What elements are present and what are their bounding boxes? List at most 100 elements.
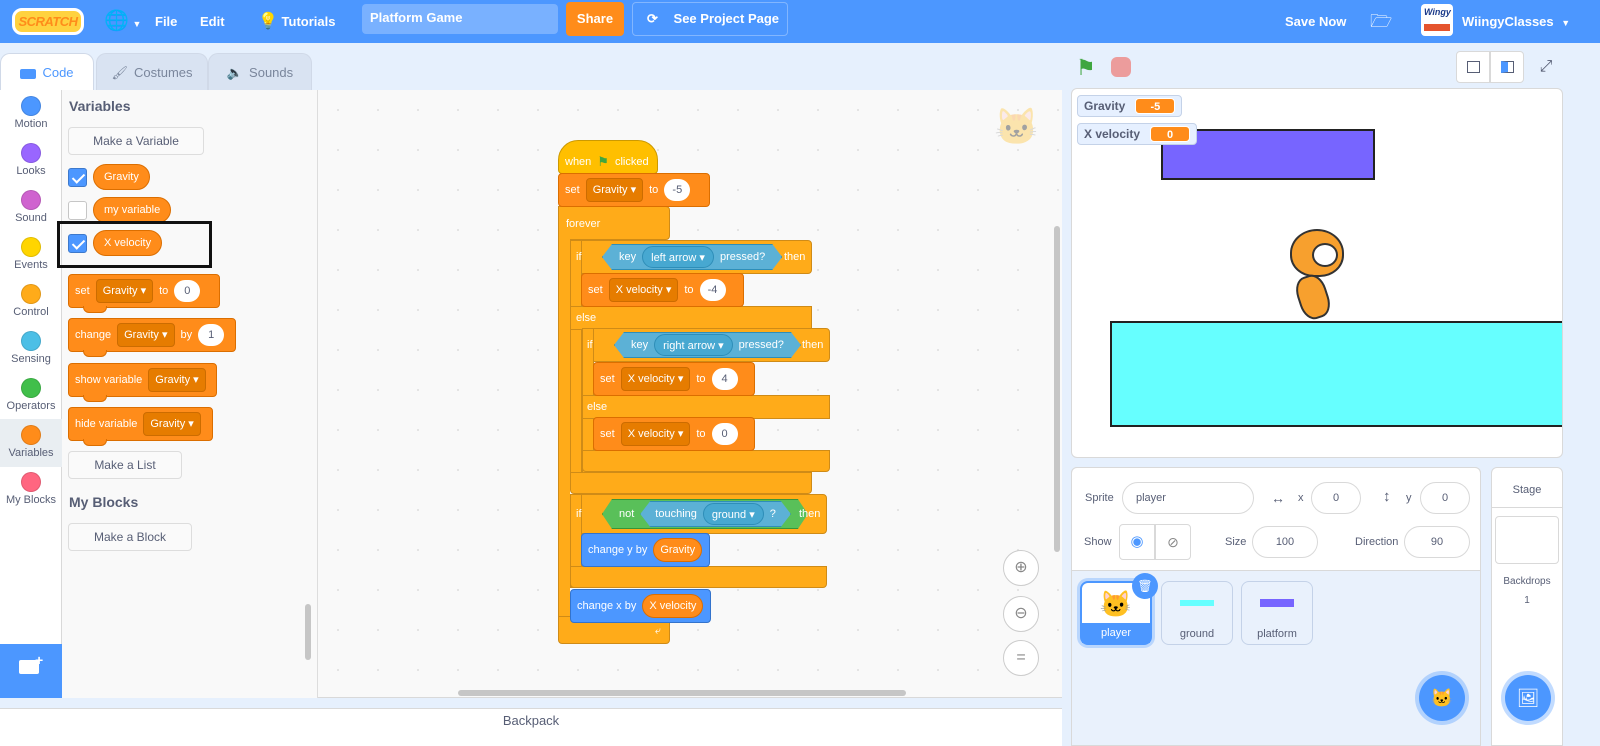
category-operators[interactable]: Operators [0,372,62,420]
gravity-checkbox[interactable] [68,168,87,187]
ground-sprite[interactable] [1110,321,1562,427]
scratch-logo[interactable]: SCRATCH [12,8,84,35]
edit-menu[interactable]: Edit [200,0,225,43]
fullscreen-button[interactable]: ⤢ [1530,51,1562,83]
value-input[interactable]: -4 [699,279,726,301]
x-velocity-reporter[interactable]: X velocity [642,594,704,618]
touching-block[interactable]: touching ground ▾ ? [640,501,791,527]
variable-dropdown[interactable]: X velocity ▾ [620,367,691,391]
set-x-velocity-block[interactable]: set X velocity ▾ to 4 [593,362,755,396]
category-events[interactable]: Events [0,231,62,279]
key-pressed-block[interactable]: key right arrow ▾ pressed? [614,332,801,358]
show-visible-button[interactable]: ◉ [1119,524,1155,560]
set-x-velocity-block[interactable]: set X velocity ▾ to 0 [593,417,755,451]
gravity-reporter[interactable]: Gravity [93,164,150,190]
workspace-vertical-scrollbar[interactable] [1054,226,1060,552]
change-x-block[interactable]: change x by X velocity [570,589,711,623]
value-input[interactable]: 0 [711,423,738,445]
share-button[interactable]: Share [566,2,624,36]
key-dropdown[interactable]: left arrow ▾ [642,246,714,268]
change-y-block[interactable]: change y by Gravity [581,533,710,567]
category-my-blocks[interactable]: My Blocks [0,466,62,514]
variable-dropdown[interactable]: Gravity ▾ [585,178,644,202]
category-motion[interactable]: Motion [0,90,62,138]
zoom-in-button[interactable]: ⊕ [1003,550,1039,586]
choose-backdrop-button[interactable]: 🖼 [1505,675,1551,721]
show-hidden-button[interactable]: ⊘ [1155,524,1191,560]
add-extension-button[interactable]: + [0,644,62,698]
zoom-reset-button[interactable]: = [1003,640,1039,676]
make-variable-button[interactable]: Make a Variable [68,127,204,155]
choose-sprite-button[interactable]: 🐱 [1419,675,1465,721]
delete-sprite-button[interactable]: 🗑 [1132,573,1158,599]
category-sound[interactable]: Sound [0,184,62,232]
account-menu[interactable]: WiingyClasses ▼ [1462,0,1570,43]
category-variables[interactable]: Variables [0,419,62,467]
value-input[interactable]: -5 [664,179,691,201]
value-input[interactable]: 0 [174,280,201,302]
small-stage-button[interactable] [1456,51,1490,83]
variable-dropdown[interactable]: Gravity ▾ [117,323,175,347]
hide-variable-block[interactable]: hide variable Gravity ▾ [68,407,213,446]
backpack[interactable]: Backpack [0,708,1062,746]
variable-monitor[interactable]: Gravity -5 [1077,95,1183,117]
avatar[interactable]: Wingy [1421,4,1453,36]
variable-dropdown[interactable]: Gravity ▾ [143,412,201,436]
workspace-horizontal-scrollbar[interactable] [458,690,906,696]
my-variable-checkbox[interactable] [68,201,87,220]
set-gravity-block[interactable]: set Gravity ▾ to -5 [558,173,710,207]
folder-icon[interactable]: 🗁 [1370,0,1392,43]
make-list-button[interactable]: Make a List [68,451,182,479]
stage-thumbnail[interactable] [1495,516,1559,564]
sprite-thumb-platform[interactable]: platform [1241,581,1313,645]
key-dropdown[interactable]: right arrow ▾ [654,334,733,356]
tab-costumes[interactable]: 🖌 Costumes [96,53,208,91]
language-menu[interactable]: 🌐 ▼ [104,0,141,43]
project-title-input[interactable]: Platform Game [362,4,558,34]
sprite-thumb-ground[interactable]: ground [1161,581,1233,645]
category-control[interactable]: Control [0,278,62,326]
set-variable-block[interactable]: set Gravity ▾ to 0 [68,274,220,313]
sprite-thumb-player[interactable]: 🐱 player 🗑 [1080,573,1158,645]
stop-button[interactable] [1111,57,1131,77]
category-sensing[interactable]: Sensing [0,325,62,373]
sprite-name-input[interactable]: player [1122,482,1254,514]
value-input[interactable]: 1 [198,324,225,346]
variable-dropdown[interactable]: X velocity ▾ [608,278,679,302]
tutorials-button[interactable]: 💡 Tutorials [258,0,335,43]
gravity-reporter[interactable]: Gravity [653,538,703,562]
variable-dropdown[interactable]: Gravity ▾ [95,279,154,303]
key-pressed-block[interactable]: key left arrow ▾ pressed? [602,244,782,270]
player-sprite[interactable] [1268,221,1368,323]
change-variable-block[interactable]: change Gravity ▾ by 1 [68,318,236,357]
see-project-page-button[interactable]: ⟳ See Project Page [632,2,788,36]
variable-monitor[interactable]: X velocity 0 [1077,123,1198,145]
make-block-button[interactable]: Make a Block [68,523,192,551]
tab-sounds[interactable]: 🔈 Sounds [208,53,312,91]
my-variable-reporter[interactable]: my variable [93,197,172,223]
large-stage-button[interactable] [1490,51,1524,83]
size-input[interactable]: 100 [1252,526,1318,558]
show-variable-block[interactable]: show variable Gravity ▾ [68,363,217,402]
green-flag-button[interactable]: ⚑ [1076,55,1096,81]
category-looks[interactable]: Looks [0,137,62,185]
set-x-velocity-block[interactable]: set X velocity ▾ to -4 [581,273,744,307]
value-input[interactable]: 4 [711,368,738,390]
tab-code[interactable]: Code [0,53,94,91]
not-operator-block[interactable]: not touching ground ▾ ? [602,499,808,529]
zoom-out-button[interactable]: ⊖ [1003,596,1039,632]
direction-input[interactable]: 90 [1404,526,1470,558]
stage-canvas[interactable]: Gravity -5 X velocity 0 [1071,88,1563,458]
loop-arrow-icon: ⤶ [654,625,661,637]
when-flag-clicked-block[interactable]: when ⚑ clicked [558,140,658,174]
block-text: key [631,339,649,351]
variable-dropdown[interactable]: X velocity ▾ [620,422,691,446]
save-now-button[interactable]: Save Now [1285,0,1346,43]
variable-dropdown[interactable]: Gravity ▾ [148,368,206,392]
file-menu[interactable]: File [155,0,177,43]
x-input[interactable]: 0 [1311,482,1361,514]
touching-dropdown[interactable]: ground ▾ [703,503,764,525]
palette-scrollbar[interactable] [305,604,311,660]
y-input[interactable]: 0 [1420,482,1470,514]
sprite-info-panel: Sprite player ↔ x 0 ↕ y 0 Show ◉ ⊘ Size … [1071,467,1481,571]
